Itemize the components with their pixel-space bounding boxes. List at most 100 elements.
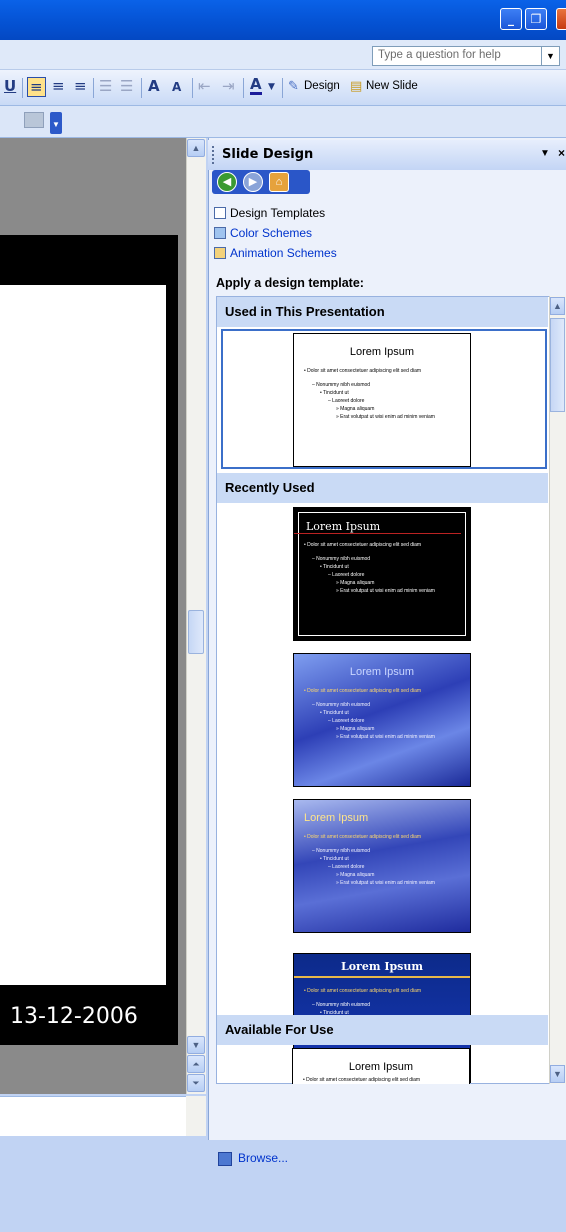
color-schemes-link[interactable]: Color Schemes: [230, 226, 312, 240]
toolbar-separator: [22, 78, 23, 98]
new-slide-button[interactable]: New Slide: [366, 80, 418, 92]
thumb-title: Lorem Ipsum: [294, 520, 462, 534]
scroll-up-icon[interactable]: ▲: [187, 139, 205, 157]
minimize-icon: _: [508, 12, 514, 26]
thumb-bullet: • Dolor sit amet consectetuer adipiscing…: [304, 834, 422, 840]
gallery-scroll-up-icon[interactable]: ▲: [550, 297, 565, 315]
increase-indent-icon[interactable]: ⇥: [222, 77, 235, 95]
thumb-bullet: – Nonummy nibh euismod: [312, 1002, 371, 1008]
slide-canvas[interactable]: [0, 285, 166, 985]
thumb-bullet: • Dolor sit amet consectetuer adipiscing…: [303, 1077, 421, 1083]
align-center-icon[interactable]: ≡: [52, 77, 65, 95]
thumb-title: Lorem Ipsum: [304, 812, 369, 824]
task-pane-close-icon[interactable]: ×: [558, 146, 565, 160]
thumb-bullet: – Nonummy nibh euismod: [312, 382, 371, 388]
thumb-bullet: • Tincidunt ut: [320, 390, 349, 396]
design-button[interactable]: Design: [304, 80, 340, 92]
thumb-title: Lorem Ipsum: [349, 666, 415, 678]
previous-slide-icon[interactable]: ⏶: [187, 1055, 205, 1073]
notes-pane[interactable]: [0, 1096, 186, 1136]
thumb-bullet: • Tincidunt ut: [320, 856, 349, 862]
design-icon[interactable]: ✎: [288, 79, 299, 94]
thumb-bullet: » Magna aliquam: [336, 872, 375, 878]
browse-icon: [218, 1152, 232, 1166]
forward-icon[interactable]: ▶: [243, 172, 263, 192]
bullets-icon[interactable]: ☰: [120, 77, 133, 95]
new-slide-icon[interactable]: ▤: [350, 79, 362, 94]
notes-scrollbar[interactable]: [186, 1096, 206, 1136]
thumb-bullet: » Erat volutpat ut wisi enim ad minim ve…: [336, 588, 435, 594]
thumb-bullet: • Dolor sit amet consectetuer adipiscing…: [304, 542, 422, 548]
animation-schemes-icon: [214, 247, 226, 259]
thumb-bullet: – Laoreet dolore: [328, 398, 365, 404]
color-schemes-icon: [214, 227, 226, 239]
restore-button[interactable]: ❐: [525, 8, 547, 30]
thumb-bullet: – Laoreet dolore: [328, 718, 365, 724]
task-pane-nav: ◀ ▶ ⌂: [212, 170, 310, 194]
numbering-icon[interactable]: ☰: [99, 77, 112, 95]
font-color-dropdown-icon[interactable]: ▼: [268, 82, 275, 92]
close-button[interactable]: [556, 8, 566, 30]
template-thumb-ocean[interactable]: Lorem Ipsum • Dolor sit amet consectetue…: [293, 799, 471, 933]
thumb-bullet: – Nonummy nibh euismod: [312, 848, 371, 854]
task-pane-title: Slide Design: [222, 147, 314, 162]
align-left-icon[interactable]: ≡: [27, 77, 46, 97]
template-thumb-available[interactable]: Lorem Ipsum • Dolor sit amet consectetue…: [292, 1048, 470, 1084]
toolbar-separator: [243, 78, 244, 98]
thumb-bullet: » Erat volutpat ut wisi enim ad minim ve…: [336, 880, 435, 886]
underline-icon[interactable]: U: [4, 77, 16, 95]
design-templates-link[interactable]: Design Templates: [230, 206, 325, 220]
decrease-indent-icon[interactable]: ⇤: [198, 77, 211, 95]
toolbar-options-icon[interactable]: ▼: [50, 112, 62, 134]
template-thumb-black[interactable]: Lorem Ipsum • Dolor sit amet consectetue…: [293, 507, 471, 641]
font-color-icon[interactable]: A: [250, 77, 262, 95]
group-header-recent: Recently Used: [217, 473, 548, 503]
browse-link[interactable]: Browse...: [238, 1151, 288, 1165]
gallery-scroll-thumb[interactable]: [550, 318, 565, 412]
thumb-title: Lorem Ipsum: [348, 1061, 414, 1073]
task-pane-menu-icon[interactable]: ▼: [540, 148, 550, 159]
thumb-bullet: – Laoreet dolore: [328, 864, 365, 870]
help-dropdown-icon[interactable]: ▼: [542, 46, 560, 66]
toolbar-separator: [282, 78, 283, 98]
thumb-bullet: » Magna aliquam: [336, 406, 375, 412]
next-slide-icon[interactable]: ⏷: [187, 1074, 205, 1092]
thumb-bullet: • Tincidunt ut: [320, 710, 349, 716]
thumb-bullet: » Erat volutpat ut wisi enim ad minim ve…: [336, 734, 435, 740]
group-header-available-visible: Available For Use: [217, 1015, 548, 1045]
drawing-toolbar: [0, 106, 566, 138]
toolbar-separator: [141, 78, 142, 98]
decrease-font-icon[interactable]: A: [172, 80, 181, 94]
scroll-down-icon[interactable]: ▼: [187, 1036, 205, 1054]
increase-font-icon[interactable]: A: [148, 77, 160, 95]
group-header-used: Used in This Presentation: [217, 297, 548, 327]
thumb-bullet: » Magna aliquam: [336, 726, 375, 732]
animation-schemes-link[interactable]: Animation Schemes: [230, 246, 337, 260]
back-icon[interactable]: ◀: [217, 172, 237, 192]
minimize-button[interactable]: _: [500, 8, 522, 30]
thumb-bullet: » Erat volutpat ut wisi enim ad minim ve…: [336, 414, 435, 420]
title-bar: [0, 0, 566, 40]
thumb-bullet: • Tincidunt ut: [320, 564, 349, 570]
template-thumb-default[interactable]: Lorem Ipsum • Dolor sit amet consectetue…: [293, 333, 471, 467]
gallery-scrollbar[interactable]: [549, 296, 566, 1084]
scroll-thumb[interactable]: [188, 610, 204, 654]
slide-date[interactable]: 13-12-2006: [10, 1004, 138, 1029]
help-search-input[interactable]: Type a question for help: [372, 46, 542, 66]
toolbar-separator: [93, 78, 94, 98]
template-gallery: Used in This Presentation Lorem Ipsum • …: [216, 296, 550, 1084]
thumb-title: Lorem Ipsum: [349, 346, 415, 358]
thumb-bullet: » Magna aliquam: [336, 580, 375, 586]
template-thumb-sky-blue[interactable]: Lorem Ipsum • Dolor sit amet consectetue…: [293, 653, 471, 787]
thumb-bullet: – Nonummy nibh euismod: [312, 702, 371, 708]
apply-template-label: Apply a design template:: [216, 276, 364, 290]
thumb-bullet: • Dolor sit amet consectetuer adipiscing…: [304, 988, 422, 994]
slide-layout-icon[interactable]: [24, 112, 44, 128]
thumb-bullet: • Dolor sit amet consectetuer adipiscing…: [304, 688, 422, 694]
align-right-icon[interactable]: ≡: [74, 77, 87, 95]
thumb-bullet: – Nonummy nibh euismod: [312, 556, 371, 562]
home-icon[interactable]: ⌂: [269, 172, 289, 192]
gallery-scroll-down-icon[interactable]: ▼: [550, 1065, 565, 1083]
drag-handle[interactable]: [212, 146, 215, 164]
design-templates-icon: [214, 207, 226, 219]
